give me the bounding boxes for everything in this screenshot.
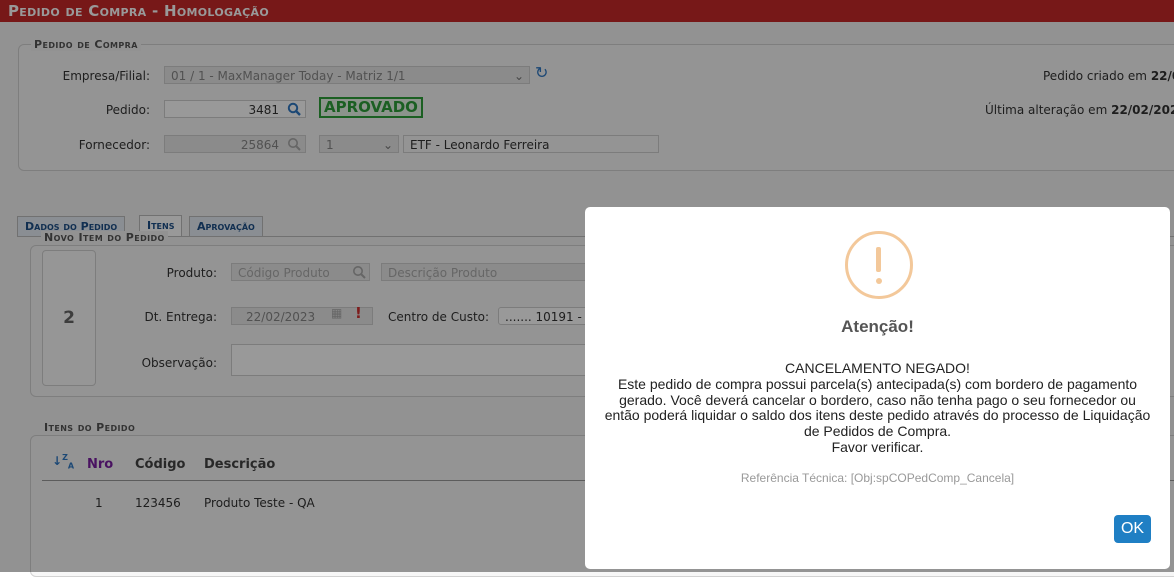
dialog-technical-reference: Referência Técnica: [Obj:spCOPedComp_Can… <box>740 471 1015 485</box>
alert-dialog: Atenção! CANCELAMENTO NEGADO! Este pedid… <box>585 207 1170 569</box>
warning-icon <box>845 231 913 299</box>
dialog-title: Atenção! <box>841 317 914 336</box>
dialog-message: CANCELAMENTO NEGADO! Este pedido de comp… <box>604 360 1151 455</box>
ok-button[interactable]: OK <box>1114 515 1151 543</box>
